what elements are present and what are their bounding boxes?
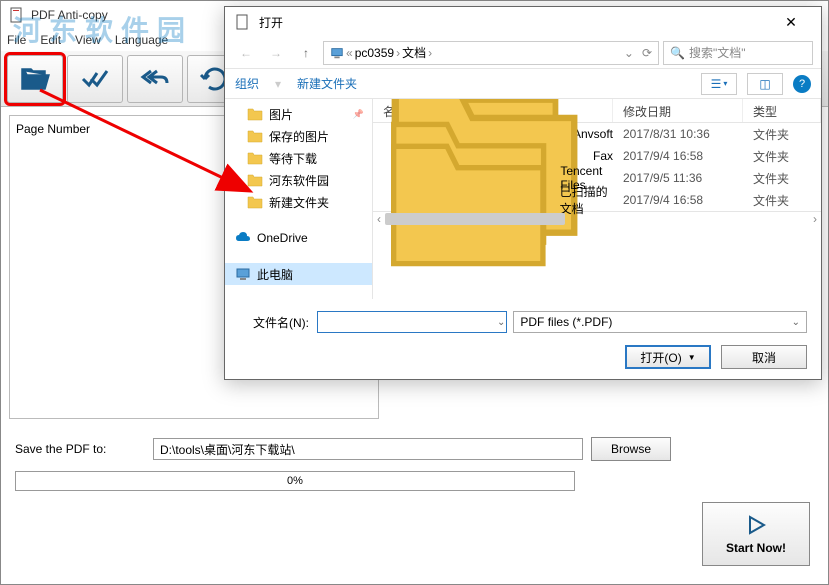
folder-tree: 图片保存的图片等待下载河东软件园新建文件夹 OneDrive 此电脑 bbox=[225, 99, 373, 299]
tree-item[interactable]: 等待下载 bbox=[225, 147, 372, 169]
help-icon: ? bbox=[799, 78, 805, 90]
double-check-icon bbox=[79, 63, 111, 95]
chevron-icon: « bbox=[346, 46, 353, 60]
open-file-button[interactable] bbox=[7, 55, 63, 103]
list-item[interactable]: 已扫描的文档2017/9/4 16:58文件夹 bbox=[373, 189, 821, 211]
file-open-dialog: 打开 ✕ ← → ↑ « pc0359 › 文档 › ⌄ ⟳ 🔍 搜索"文档" … bbox=[224, 6, 822, 380]
refresh-icon[interactable]: ⟳ bbox=[642, 46, 652, 60]
menu-view[interactable]: View bbox=[75, 33, 101, 47]
dialog-footer: 文件名(N): ⌄ PDF files (*.PDF) ⌄ 打开(O)▼ 取消 bbox=[225, 299, 821, 381]
arrow-up-icon: ↑ bbox=[303, 46, 309, 60]
bottom-area: Save the PDF to: Browse 0% bbox=[1, 427, 828, 501]
arrow-left-icon: ← bbox=[240, 46, 252, 60]
search-input[interactable]: 🔍 搜索"文档" bbox=[663, 41, 813, 65]
folder-open-icon bbox=[19, 63, 51, 95]
chevron-down-icon: ▼ bbox=[688, 353, 696, 362]
scroll-thumb[interactable] bbox=[385, 213, 565, 225]
open-button[interactable]: 打开(O)▼ bbox=[625, 345, 711, 369]
organize-menu[interactable]: 组织 bbox=[235, 75, 259, 92]
chevron-right-icon: › bbox=[396, 46, 400, 60]
tree-item[interactable]: 新建文件夹 bbox=[225, 191, 372, 213]
save-label: Save the PDF to: bbox=[15, 442, 145, 456]
scrollbar[interactable]: ‹ › bbox=[373, 211, 821, 225]
chevron-down-icon[interactable]: ⌄ bbox=[497, 317, 505, 328]
tree-item[interactable]: OneDrive bbox=[225, 227, 372, 249]
view-mode-button[interactable]: ☰▾ bbox=[701, 73, 737, 95]
list-icon: ☰ bbox=[711, 77, 722, 91]
dialog-nav: ← → ↑ « pc0359 › 文档 › ⌄ ⟳ 🔍 搜索"文档" bbox=[225, 37, 821, 69]
breadcrumb[interactable]: « pc0359 › 文档 › ⌄ ⟳ bbox=[323, 41, 659, 65]
preview-icon: ◫ bbox=[759, 77, 770, 91]
cancel-button[interactable]: 取消 bbox=[721, 345, 807, 369]
search-icon: 🔍 bbox=[670, 46, 685, 60]
dialog-body: 图片保存的图片等待下载河东软件园新建文件夹 OneDrive 此电脑 名称 修改日期… bbox=[225, 99, 821, 299]
dialog-titlebar: 打开 ✕ bbox=[225, 7, 821, 37]
undo-button[interactable] bbox=[127, 55, 183, 103]
chevron-right-icon: › bbox=[428, 46, 432, 60]
save-path-input[interactable] bbox=[153, 438, 583, 460]
scroll-left-icon[interactable]: ‹ bbox=[373, 212, 385, 225]
dialog-title: 打开 bbox=[259, 14, 771, 31]
filename-input[interactable] bbox=[317, 311, 507, 333]
tree-item[interactable]: 河东软件园 bbox=[225, 169, 372, 191]
tree-item[interactable]: 保存的图片 bbox=[225, 125, 372, 147]
tree-item[interactable]: 此电脑 bbox=[225, 263, 372, 285]
progress-bar: 0% bbox=[15, 471, 575, 491]
chevron-down-icon: ⌄ bbox=[792, 317, 800, 328]
file-list: 名称 修改日期 类型 Anvsoft2017/8/31 10:36文件夹Fax2… bbox=[373, 99, 821, 299]
menu-language[interactable]: Language bbox=[115, 33, 168, 47]
close-button[interactable]: ✕ bbox=[771, 8, 811, 36]
menu-file[interactable]: File bbox=[7, 33, 26, 47]
nav-forward-button[interactable]: → bbox=[263, 41, 289, 65]
nav-back-button[interactable]: ← bbox=[233, 41, 259, 65]
pc-icon bbox=[330, 46, 344, 60]
nav-up-button[interactable]: ↑ bbox=[293, 41, 319, 65]
col-date[interactable]: 修改日期 bbox=[613, 99, 743, 122]
preview-pane-button[interactable]: ◫ bbox=[747, 73, 783, 95]
filename-label: 文件名(N): bbox=[239, 314, 309, 331]
dialog-toolbar: 组织 ▾ 新建文件夹 ☰▾ ◫ ? bbox=[225, 69, 821, 99]
start-button[interactable]: Start Now! bbox=[702, 502, 810, 566]
arrow-right-icon: → bbox=[270, 46, 282, 60]
browse-button[interactable]: Browse bbox=[591, 437, 671, 461]
undo-icon bbox=[139, 63, 171, 95]
main-title: PDF Anti-copy bbox=[31, 8, 108, 22]
chevron-down-icon[interactable]: ⌄ bbox=[624, 46, 634, 60]
scroll-right-icon[interactable]: › bbox=[809, 212, 821, 225]
new-folder-button[interactable]: 新建文件夹 bbox=[297, 75, 357, 92]
col-type[interactable]: 类型 bbox=[743, 99, 821, 122]
help-button[interactable]: ? bbox=[793, 75, 811, 93]
close-icon: ✕ bbox=[785, 14, 797, 31]
chevron-down-icon: ▾ bbox=[723, 79, 727, 88]
play-icon bbox=[744, 513, 768, 537]
dialog-icon bbox=[235, 14, 251, 30]
filetype-select[interactable]: PDF files (*.PDF) ⌄ bbox=[513, 311, 807, 333]
tree-item[interactable]: 图片 bbox=[225, 103, 372, 125]
app-icon bbox=[9, 7, 25, 23]
menu-edit[interactable]: Edit bbox=[40, 33, 61, 47]
confirm-button[interactable] bbox=[67, 55, 123, 103]
